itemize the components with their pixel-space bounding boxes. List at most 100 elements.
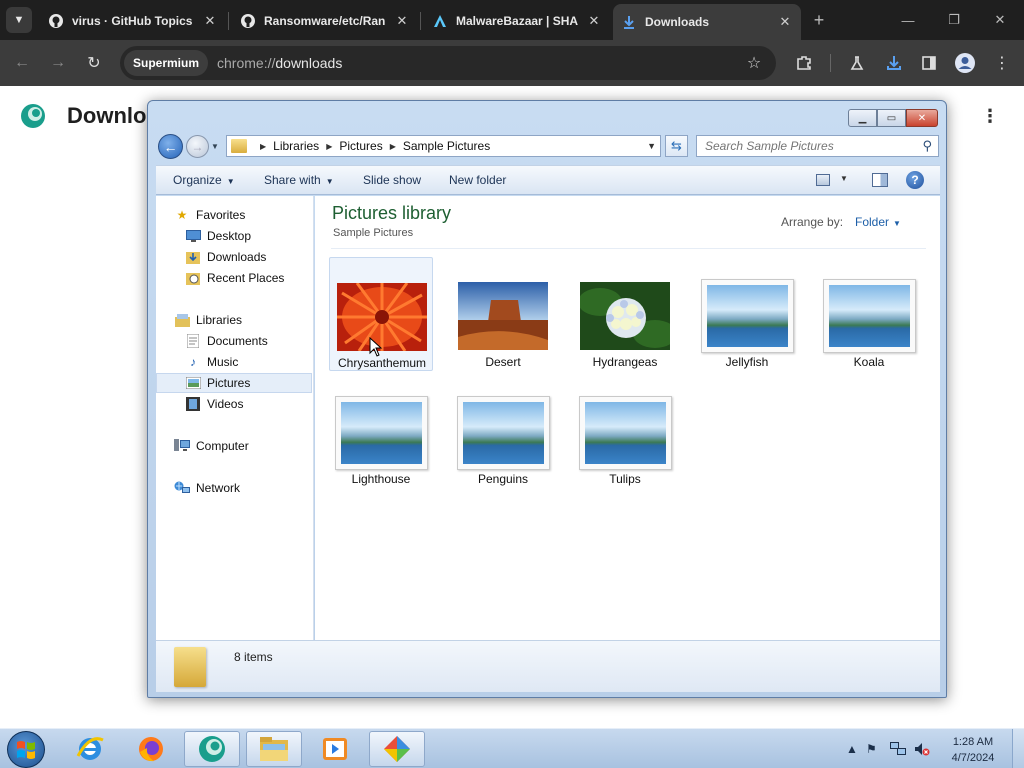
show-desktop-button[interactable] [1012, 729, 1024, 768]
folder-icon [231, 139, 247, 153]
arrange-by-dropdown[interactable]: Folder ▼ [855, 215, 901, 229]
tab-malwarebazaar[interactable]: MalwareBazaar | SHA ✕ [424, 4, 610, 38]
tab-close-icon[interactable]: ✕ [394, 13, 410, 29]
tab-close-icon[interactable]: ✕ [202, 13, 218, 29]
close-icon[interactable]: ✕ [906, 109, 938, 127]
nav-item-documents[interactable]: Documents [156, 331, 312, 351]
file-item-lighthouse[interactable]: Lighthouse [329, 374, 433, 488]
breadcrumb[interactable]: ▶ Libraries ▶ Pictures ▶ Sample Pictures… [226, 135, 661, 157]
view-options-dropdown-icon[interactable]: ▼ [840, 174, 848, 183]
tab-downloads[interactable]: Downloads ✕ [613, 4, 801, 40]
network-tray-icon[interactable] [890, 742, 906, 759]
minimize-icon[interactable]: ▁ [848, 109, 877, 127]
extensions-icon[interactable] [791, 50, 817, 76]
recent-locations-dropdown-icon[interactable]: ▼ [211, 142, 221, 152]
breadcrumb-libraries[interactable]: Libraries [273, 139, 319, 153]
nav-item-videos[interactable]: Videos [156, 394, 312, 414]
tab-title: virus · GitHub Topics [72, 14, 193, 28]
browser-menu-icon[interactable]: ⋮ [989, 50, 1015, 76]
media-player-taskbar-button[interactable] [307, 731, 363, 767]
music-note-icon: ♪ [190, 355, 196, 369]
nav-item-libraries[interactable]: Libraries [156, 310, 312, 330]
internet-explorer-taskbar-button[interactable] [62, 731, 118, 767]
page-more-icon[interactable]: ⋮ [981, 104, 999, 128]
nav-item-network[interactable]: Network [156, 478, 312, 498]
action-center-flag-icon[interactable]: ⚑ [866, 742, 877, 756]
slide-show-button[interactable]: Slide show [363, 173, 421, 187]
supermium-taskbar-button[interactable] [184, 731, 240, 767]
nav-item-computer[interactable]: Computer [156, 436, 312, 456]
site-chip[interactable]: Supermium [124, 50, 209, 76]
back-arrow-icon[interactable]: ← [9, 50, 35, 76]
taskbar: ▲ ⚑ 1:28 AM 4/7/2024 [0, 728, 1024, 768]
breadcrumb-separator-icon[interactable]: ▶ [260, 142, 266, 151]
file-item-desert[interactable]: Desert [451, 257, 555, 371]
breadcrumb-sample-pictures[interactable]: Sample Pictures [403, 139, 490, 153]
tab-close-icon[interactable]: ✕ [586, 13, 602, 29]
search-input[interactable] [697, 136, 912, 156]
url-text[interactable]: chrome://downloads [217, 55, 342, 71]
preview-pane-icon[interactable] [872, 173, 888, 187]
tab-search-button[interactable]: ▼ [6, 7, 32, 33]
tab-ransomware[interactable]: Ransomware/etc/Ran ✕ [232, 4, 418, 38]
nav-item-pictures[interactable]: Pictures [156, 373, 312, 393]
git-gui-taskbar-button[interactable] [369, 731, 425, 767]
profile-avatar-icon[interactable] [952, 50, 978, 76]
search-box[interactable]: ⚲ [696, 135, 939, 157]
close-window-icon[interactable]: ✕ [988, 8, 1012, 32]
desktop-icon [185, 228, 201, 244]
browser-toolbar: ← → ↻ Supermium chrome://downloads ☆ ⋮ [0, 40, 1024, 86]
search-icon[interactable]: ⚲ [922, 138, 932, 154]
libraries-icon [174, 312, 190, 328]
new-tab-button[interactable]: + [808, 9, 830, 31]
breadcrumb-pictures[interactable]: Pictures [339, 139, 382, 153]
taskbar-clock[interactable]: 1:28 AM 4/7/2024 [944, 734, 1002, 766]
volume-muted-icon[interactable] [914, 742, 930, 759]
file-item-penguins[interactable]: Penguins [451, 374, 555, 488]
file-name: Hydrangeas [592, 355, 658, 369]
forward-arrow-icon[interactable]: → [45, 50, 71, 76]
clock-time: 1:28 AM [952, 736, 994, 748]
share-with-button[interactable]: Share with ▼ [264, 173, 334, 187]
file-item-koala[interactable]: Koala [817, 257, 921, 371]
nav-item-music[interactable]: ♪ Music [156, 352, 312, 372]
windows-explorer-taskbar-button[interactable] [246, 731, 302, 767]
new-folder-button[interactable]: New folder [449, 173, 506, 187]
breadcrumb-separator-icon[interactable]: ▶ [390, 142, 396, 151]
address-bar[interactable]: Supermium chrome://downloads [120, 46, 776, 80]
nav-item-downloads[interactable]: Downloads [156, 247, 312, 267]
file-item-hydrangeas[interactable]: Hydrangeas [573, 257, 677, 371]
bookmark-star-icon[interactable]: ☆ [741, 50, 767, 76]
firefox-taskbar-button[interactable] [123, 731, 179, 767]
help-icon[interactable]: ? [906, 171, 924, 189]
chevron-down-icon: ▼ [226, 177, 235, 186]
tab-close-icon[interactable]: ✕ [777, 14, 793, 30]
file-item-tulips[interactable]: Tulips [573, 374, 677, 488]
tab-github-topics[interactable]: virus · GitHub Topics ✕ [40, 4, 226, 38]
nav-item-recent-places[interactable]: Recent Places [156, 268, 312, 288]
library-subtitle: Sample Pictures [333, 227, 414, 239]
organize-button[interactable]: Organize ▼ [173, 173, 235, 187]
nav-item-favorites[interactable]: ★ Favorites [156, 205, 312, 225]
refresh-icon[interactable]: ⇆ [665, 135, 688, 157]
address-dropdown-icon[interactable]: ▼ [647, 141, 656, 151]
breadcrumb-separator-icon[interactable]: ▶ [326, 142, 332, 151]
minimize-icon[interactable]: — [896, 8, 920, 32]
reload-icon[interactable]: ↻ [81, 50, 107, 76]
labs-flask-icon[interactable] [844, 50, 870, 76]
downloads-toolbar-icon[interactable] [881, 50, 907, 76]
file-item-jellyfish[interactable]: Jellyfish [695, 257, 799, 371]
show-hidden-icons-icon[interactable]: ▲ [846, 742, 858, 756]
content-pane: Pictures library Sample Pictures Arrange… [315, 196, 940, 640]
file-name: Koala [853, 355, 885, 369]
forward-arrow-icon[interactable]: → [186, 135, 209, 158]
back-arrow-icon[interactable]: ← [158, 134, 183, 159]
maximize-icon[interactable]: ▭ [877, 109, 906, 127]
change-view-icon[interactable] [816, 174, 830, 186]
restore-icon[interactable]: ❐ [942, 8, 966, 32]
tab-title: MalwareBazaar | SHA [456, 14, 579, 28]
start-button[interactable] [7, 731, 45, 768]
nav-item-desktop[interactable]: Desktop [156, 226, 312, 246]
divider [331, 248, 926, 249]
side-panel-icon[interactable] [916, 50, 942, 76]
